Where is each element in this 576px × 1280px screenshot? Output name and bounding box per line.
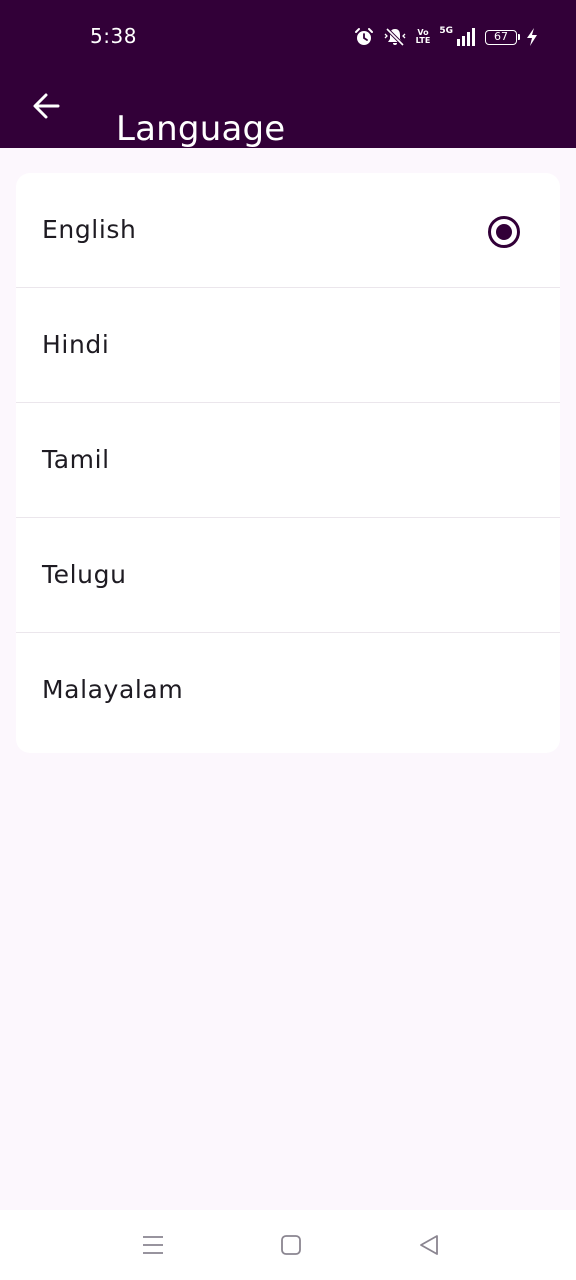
language-label: English (42, 215, 137, 244)
charging-icon (527, 28, 537, 46)
signal-icon (457, 28, 475, 46)
language-label: Telugu (42, 560, 127, 589)
home-button[interactable] (276, 1232, 306, 1258)
alarm-icon (354, 28, 373, 45)
status-time: 5:38 (90, 24, 137, 48)
language-option-english[interactable]: English (16, 173, 560, 288)
page-title: Language (116, 108, 286, 149)
system-nav-bar (0, 1210, 576, 1280)
radio-dot (496, 224, 512, 240)
battery-icon: 67 (485, 29, 520, 45)
language-label: Malayalam (42, 675, 184, 704)
back-icon (420, 1235, 438, 1255)
volte-bottom-label: LTE (415, 36, 431, 45)
status-bar: 5:38 Vo LTE 5G 67 (0, 0, 576, 72)
radio-selected-icon[interactable] (488, 216, 520, 248)
status-icons: Vo LTE 5G 67 (354, 26, 538, 48)
language-option-hindi[interactable]: Hindi (16, 288, 560, 403)
mute-icon (384, 27, 406, 47)
language-option-malayalam[interactable]: Malayalam (16, 633, 560, 748)
network-type: 5G (439, 26, 453, 36)
menu-icon (143, 1236, 163, 1254)
back-button[interactable] (24, 84, 68, 128)
language-list: English Hindi Tamil Telugu Malayalam (16, 173, 560, 753)
home-icon (281, 1235, 301, 1255)
nav-back-button[interactable] (414, 1232, 444, 1258)
language-option-telugu[interactable]: Telugu (16, 518, 560, 633)
language-option-tamil[interactable]: Tamil (16, 403, 560, 518)
volte-icon: Vo LTE (416, 29, 431, 45)
arrow-left-icon (33, 93, 60, 119)
language-label: Hindi (42, 330, 110, 359)
language-label: Tamil (42, 445, 110, 474)
app-bar: Language (0, 72, 576, 149)
recents-button[interactable] (138, 1232, 168, 1258)
